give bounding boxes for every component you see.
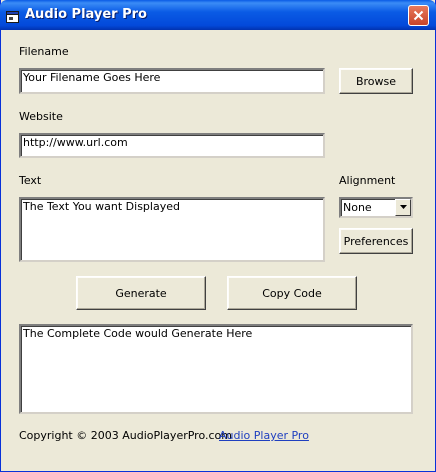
copyright-text: Copyright © 2003 AudioPlayerPro.com [19,429,232,442]
window-title: Audio Player Pro [25,7,147,22]
chevron-down-icon [400,205,407,209]
app-icon [6,8,19,23]
browse-button[interactable]: Browse [339,68,413,94]
alignment-value: None [343,201,372,214]
audio-player-pro-link[interactable]: Audio Player Pro [219,429,309,442]
output-field[interactable]: The Complete Code would Generate Here [19,324,413,414]
dropdown-button[interactable] [395,199,411,216]
text-field[interactable]: The Text You want Displayed [19,197,325,262]
filename-field[interactable]: Your Filename Goes Here [19,68,325,94]
generate-button[interactable]: Generate [76,276,206,310]
alignment-select[interactable]: None [339,197,413,218]
filename-label: Filename [19,45,69,58]
website-field[interactable]: http://www.url.com [19,133,325,158]
app-window: Audio Player Pro Filename Your Filename … [0,0,436,472]
copy-code-button[interactable]: Copy Code [227,276,357,310]
close-icon [413,10,424,21]
website-label: Website [19,110,63,123]
title-bar[interactable]: Audio Player Pro [0,0,436,30]
close-button[interactable] [408,5,429,26]
preferences-button[interactable]: Preferences [339,228,413,254]
alignment-label: Alignment [339,174,396,187]
text-label: Text [19,174,42,187]
